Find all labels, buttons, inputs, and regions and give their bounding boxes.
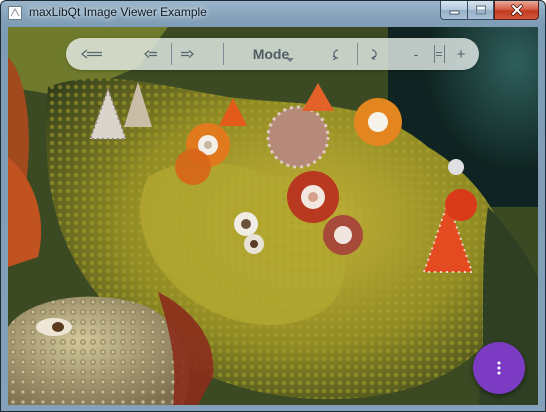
maximize-icon	[475, 5, 486, 15]
minimize-icon	[449, 10, 459, 15]
zoom-out-button[interactable]: -	[409, 38, 423, 70]
close-icon	[510, 4, 523, 16]
previous-button[interactable]	[138, 38, 164, 70]
rotate-cw-icon	[371, 49, 377, 60]
zoom-in-button[interactable]: +	[453, 38, 469, 70]
window-title: maxLibQt Image Viewer Example	[29, 5, 207, 19]
mode-label: Mode	[252, 46, 290, 62]
chevron-down-icon	[286, 58, 294, 62]
next-button[interactable]	[174, 38, 200, 70]
mode-dropdown[interactable]: Mode	[236, 38, 306, 70]
rotate-ccw-icon	[332, 49, 339, 60]
caption-buttons	[440, 1, 539, 21]
maximize-button[interactable]	[467, 1, 494, 20]
more-vertical-icon	[497, 361, 501, 375]
skip-back-icon	[144, 50, 157, 58]
zoom-reset-button[interactable]: =	[431, 38, 447, 70]
arrow-left-long-icon	[81, 49, 102, 59]
toolbar-separator	[357, 43, 358, 65]
coral-reef-photo	[8, 27, 538, 405]
zoom-out-label: -	[413, 46, 419, 62]
app-window: maxLibQt Image Viewer Example Mode - = +	[0, 0, 546, 412]
skip-forward-icon	[181, 50, 194, 58]
app-icon	[8, 6, 22, 20]
toolbar-separator	[171, 43, 172, 65]
close-button[interactable]	[494, 1, 539, 20]
rotate-left-button[interactable]	[326, 38, 346, 70]
toolbar-separator	[223, 43, 224, 65]
rotate-right-button[interactable]	[364, 38, 384, 70]
zoom-in-label: +	[456, 45, 466, 63]
menu-fab-button[interactable]	[473, 342, 525, 394]
viewer-toolbar: Mode - = +	[66, 38, 479, 70]
back-button[interactable]	[72, 38, 112, 70]
zoom-reset-label: =	[433, 45, 445, 63]
title-bar[interactable]: maxLibQt Image Viewer Example	[1, 1, 545, 27]
image-viewport[interactable]: Mode - = +	[8, 27, 538, 405]
minimize-button[interactable]	[440, 1, 467, 20]
